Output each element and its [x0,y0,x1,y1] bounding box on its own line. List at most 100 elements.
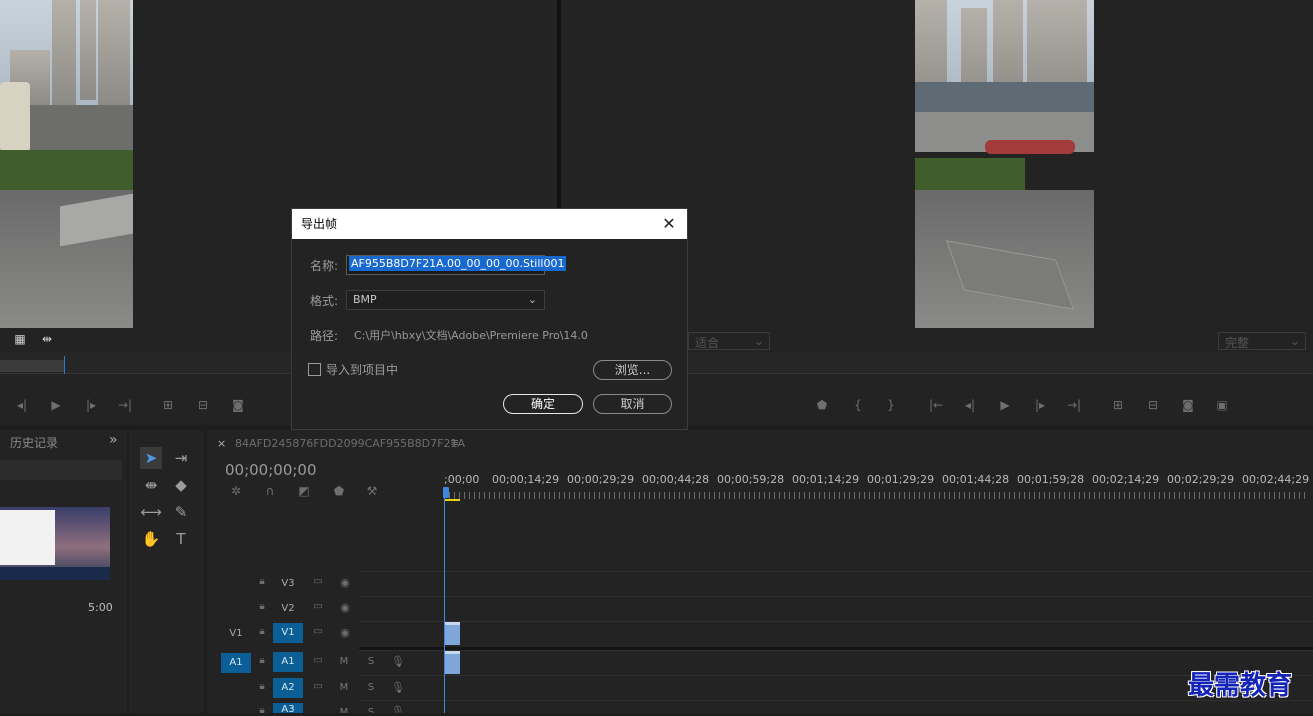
step-forward-button[interactable]: |▸ [1029,395,1051,415]
playhead-handle[interactable] [443,487,449,498]
track-select-tool-icon[interactable]: ⇥ [170,447,192,469]
overwrite-button[interactable]: ⊟ [192,395,214,415]
cancel-button[interactable]: 取消 [593,394,672,414]
settings-wrench-icon[interactable]: ⇹ [38,332,56,348]
close-icon[interactable]: ✕ [659,214,679,234]
camera-icon[interactable]: ◙ [227,395,249,415]
ripple-edit-tool-icon[interactable]: ⇼ [140,474,162,496]
lock-icon[interactable]: 🔒︎ [255,705,269,716]
goto-out-button[interactable]: →| [114,395,136,415]
lock-icon[interactable]: 🔒︎ [255,681,269,692]
insert-button[interactable]: ⊞ [157,395,179,415]
nest-icon[interactable]: ✲ [228,484,244,498]
ruler-label: 00;01;44;28 [942,473,1010,486]
source-patch-v1[interactable]: V1 [221,624,251,644]
sync-lock-icon[interactable]: ▭ [311,576,325,587]
video-track-v2[interactable] [207,596,1313,621]
goto-out-button[interactable]: →| [1063,395,1085,415]
format-select[interactable]: BMP ⌄ [346,290,545,310]
hand-tool-icon[interactable]: ✋ [140,528,162,550]
timeline-timecode[interactable]: 00;00;00;00 [225,461,317,479]
playhead-line[interactable] [444,498,445,713]
track-label-a1[interactable]: A1 [273,652,303,672]
video-track-v3[interactable] [207,571,1313,596]
source-patch-a1[interactable]: A1 [221,653,251,673]
microphone-icon[interactable]: 🎙︎ [391,681,405,694]
mute-button[interactable]: M [337,652,351,672]
microphone-icon[interactable]: 🎙︎ [391,705,405,713]
mark-in-button[interactable]: ◂| [11,395,33,415]
zoom-fit-select[interactable]: 适合 ⌄ [688,332,770,350]
ok-button[interactable]: 确定 [503,394,583,414]
extract-button[interactable]: ⊟ [1142,395,1164,415]
add-marker-icon[interactable]: ⬟ [331,484,347,498]
solo-button[interactable]: S [364,652,378,672]
microphone-icon[interactable]: 🎙︎ [391,655,405,668]
track-label-a3[interactable]: A3 [273,703,303,713]
import-to-project-checkbox[interactable] [308,363,321,376]
work-area-bar[interactable] [444,499,460,501]
video-clip[interactable] [445,622,460,645]
track-label-v3[interactable]: V3 [273,574,303,594]
audio-clip[interactable] [445,651,460,674]
close-sequence-icon[interactable]: × [217,437,226,450]
slip-tool-icon[interactable]: ⟷ [140,501,162,523]
history-panel-title[interactable]: 历史记录 [10,434,58,451]
ruler-label: 00;02;14;29 [1092,473,1160,486]
sync-lock-icon[interactable]: ▭ [311,681,325,692]
step-forward-button[interactable]: |▸ [80,395,102,415]
tools-panel [129,430,204,713]
lock-icon[interactable]: 🔒︎ [255,626,269,637]
name-field[interactable]: AF955B8D7F21A.00_00_00_00.Still001 [346,255,567,275]
mute-button[interactable]: M [337,678,351,698]
camera-icon[interactable]: ◙ [1177,395,1199,415]
time-ruler[interactable]: ;00;00 00;00;14;29 00;00;29;29 00;00;44;… [444,470,1313,501]
ruler-label: ;00;00 [444,473,480,486]
playback-quality-select[interactable]: 完整 ⌄ [1218,332,1306,350]
lock-icon[interactable]: 🔒︎ [255,576,269,587]
solo-button[interactable]: S [364,678,378,698]
compare-view-button[interactable]: ▣ [1211,395,1233,415]
chevron-down-icon: ⌄ [1289,334,1300,348]
project-thumbnail[interactable] [0,507,110,580]
panel-overflow-icon[interactable]: » [109,432,118,448]
mute-button[interactable]: M [337,703,351,713]
pen-tool-icon[interactable]: ✎ [170,501,192,523]
lock-icon[interactable]: 🔒︎ [255,601,269,612]
play-button[interactable]: ▶ [45,395,67,415]
step-back-button[interactable]: ◂| [959,395,981,415]
video-track-v1[interactable] [207,621,1313,646]
selection-tool-icon[interactable]: ➤ [140,447,162,469]
sync-lock-icon[interactable]: ▭ [311,601,325,612]
eye-icon[interactable]: ◉ [337,576,353,589]
export-frame-dialog: 导出帧 ✕ 名称: AF955B8D7F21A.00_00_00_00.Stil… [291,208,688,430]
snap-magnet-icon[interactable]: ∩ [262,484,278,498]
import-to-project-label[interactable]: 导入到项目中 [326,361,398,378]
mark-out-button[interactable]: } [880,395,902,415]
razor-tool-icon[interactable]: ◆ [170,474,192,496]
add-marker-button[interactable]: ⬟ [811,395,833,415]
lock-icon[interactable]: 🔒︎ [255,655,269,666]
ruler-label: 00;00;29;29 [567,473,635,486]
timeline-settings-wrench-icon[interactable]: ⚒ [364,484,380,498]
sync-lock-icon[interactable]: ▭ [311,655,325,666]
browse-button[interactable]: 浏览... [593,360,672,380]
quality-value: 完整 [1225,336,1250,350]
mark-in-button[interactable]: { [847,395,869,415]
eye-icon[interactable]: ◉ [337,626,353,639]
goto-in-button[interactable]: |← [925,395,947,415]
type-tool-icon[interactable]: T [170,528,192,550]
eye-icon[interactable]: ◉ [337,601,353,614]
lift-button[interactable]: ⊞ [1107,395,1129,415]
export-frame-icon[interactable]: ▦ [12,332,28,348]
solo-button[interactable]: S [364,703,378,713]
program-scrubber[interactable] [688,352,1313,374]
track-label-a2[interactable]: A2 [273,678,303,698]
sequence-menu-icon[interactable]: ≡ [450,436,459,449]
sync-lock-icon[interactable]: ▭ [311,626,325,637]
sequence-tab[interactable]: 84AFD245876FDD2099CAF955B8D7F21A [235,437,465,450]
play-button[interactable]: ▶ [994,395,1016,415]
track-label-v1[interactable]: V1 [273,623,303,643]
track-label-v2[interactable]: V2 [273,599,303,619]
linked-selection-icon[interactable]: ◩ [296,484,312,498]
